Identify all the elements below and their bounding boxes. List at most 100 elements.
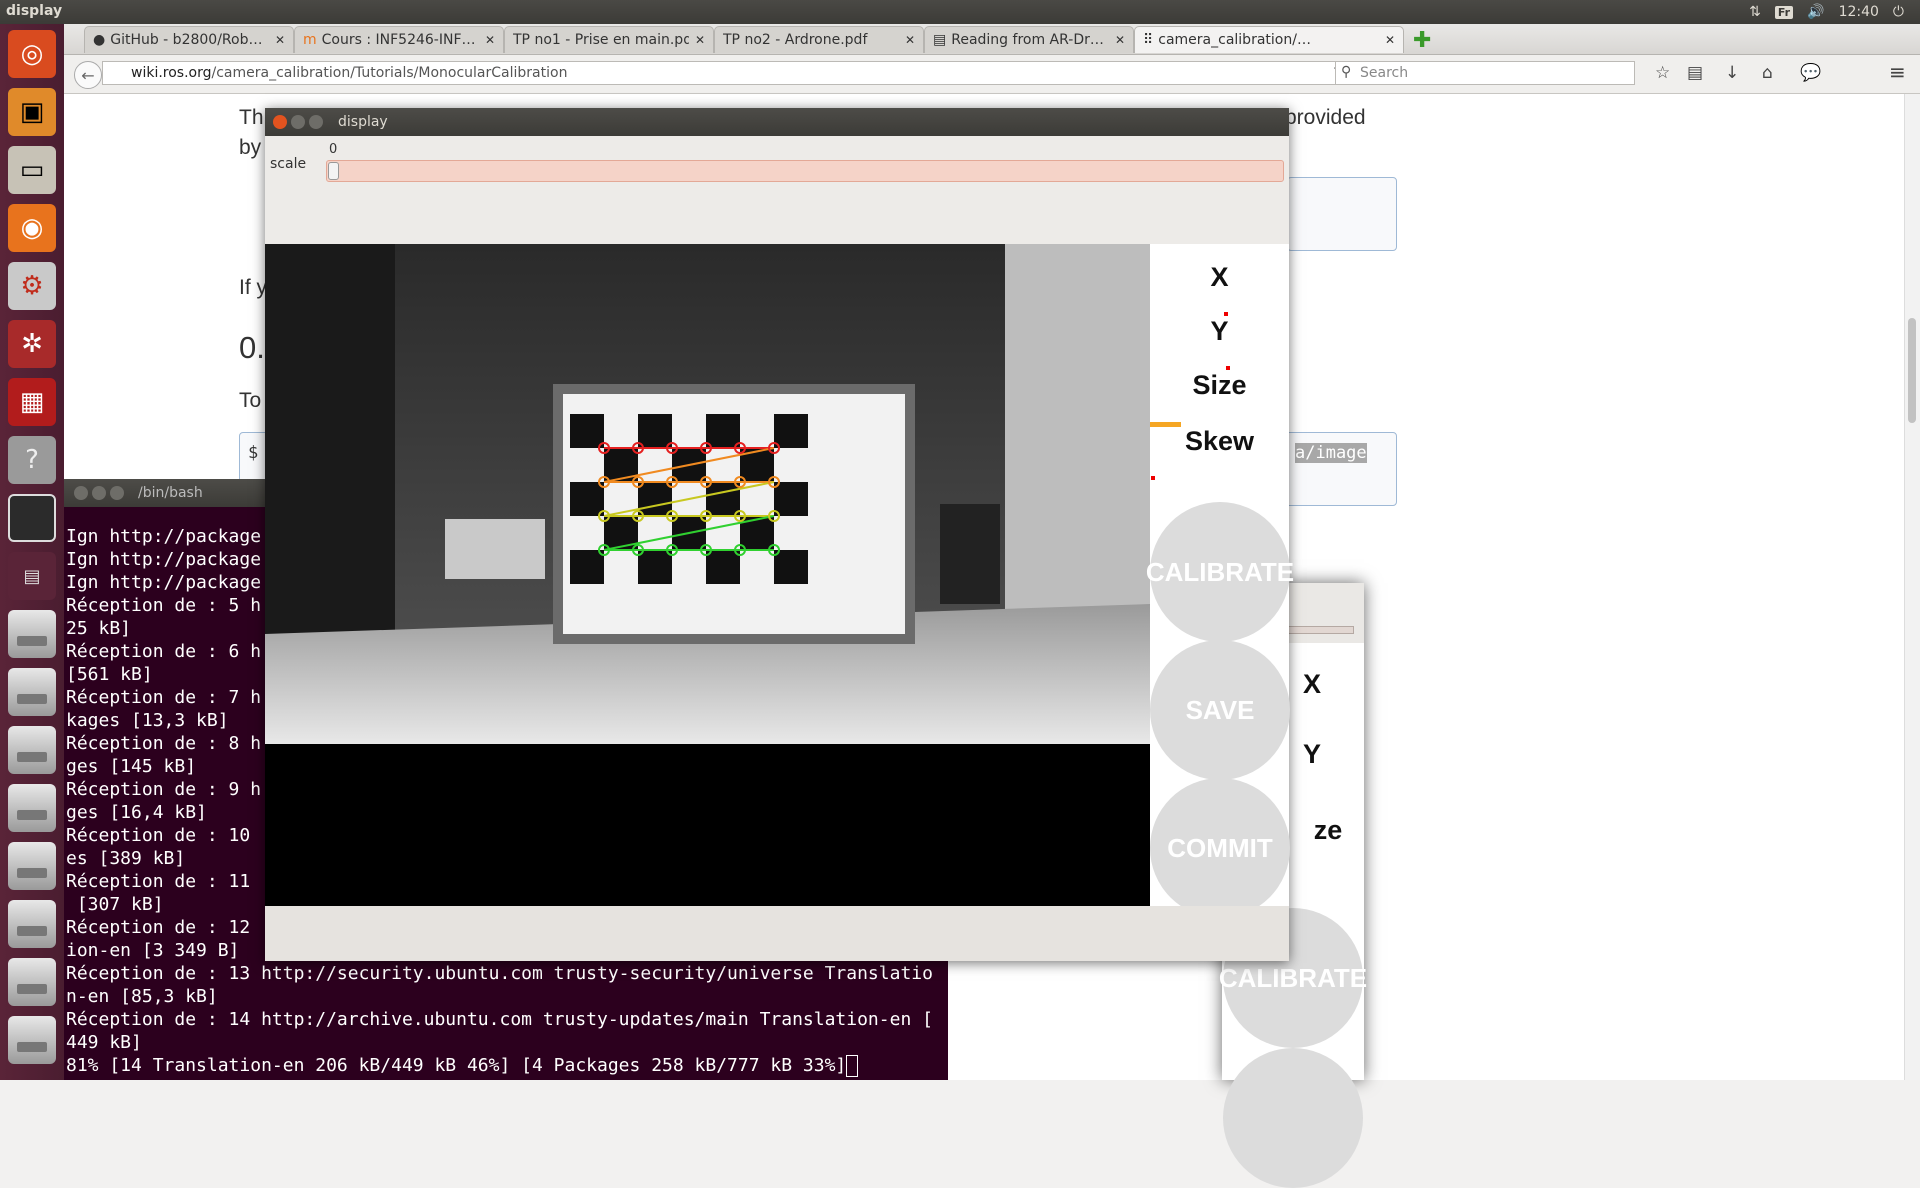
display-footer (265, 906, 1289, 961)
checker-square (638, 414, 672, 448)
checker-square (706, 414, 740, 448)
tab-github[interactable]: ● GitHub - b2800/Rob… ✕ (84, 26, 294, 53)
drive-icon[interactable] (8, 900, 56, 948)
search-icon: ⚲ (1341, 64, 1352, 80)
display-titlebar[interactable]: display (265, 108, 1289, 136)
checker-square (638, 482, 672, 516)
menu-icon[interactable]: ≡ (1889, 60, 1906, 84)
page-scrollbar[interactable] (1904, 94, 1920, 1080)
new-tab-icon[interactable]: ✚ (1413, 28, 1431, 53)
search-placeholder: Search (1360, 65, 1409, 81)
terminal-line: 81% [14 Translation-en 206 kB/449 kB 46%… (66, 1054, 933, 1077)
page-text-fragment: If y (239, 276, 268, 299)
terminal-line: 449 kB] (66, 1032, 142, 1053)
back-icon[interactable]: ← (74, 61, 102, 89)
checker-square (706, 550, 740, 584)
metric-size-label: Size (1192, 370, 1247, 400)
terminal-line: Réception de : 13 http://security.ubuntu… (66, 963, 933, 984)
settings-icon[interactable]: ⚙ (8, 262, 56, 310)
url-bar[interactable]: wiki.ros.org/camera_calibration/Tutorial… (102, 61, 1352, 85)
scale-label: scale (270, 156, 307, 172)
maximize-icon[interactable] (110, 486, 124, 500)
metric-skew-bar (1150, 422, 1181, 427)
progress-marker (1151, 476, 1155, 480)
close-tab-icon[interactable]: ✕ (1115, 33, 1125, 47)
dash-icon[interactable]: ◎ (8, 30, 56, 78)
checker-square (774, 482, 808, 516)
app-store-card (940, 504, 1000, 604)
clock[interactable]: 12:40 (1839, 4, 1879, 20)
power-icon[interactable]: ⏻ (1893, 4, 1904, 20)
window-list-icon[interactable]: ▤ (8, 552, 56, 600)
download-icon[interactable]: ↓ (1725, 63, 1739, 83)
close-tab-icon[interactable]: ✕ (905, 33, 915, 47)
save-button[interactable] (1223, 1048, 1363, 1188)
close-tab-icon[interactable]: ✕ (275, 33, 285, 47)
launcher: ◎ ▣ ▭ ◉ ⚙ ✲ ▦ ? ▤ (0, 24, 64, 1080)
ardrone-box (445, 519, 545, 579)
system-tray: ⇅ Fr 🔊 12:40 ⏻ (1749, 0, 1920, 24)
app-installer-icon[interactable]: ▣ (8, 88, 56, 136)
tab-label: TP no1 - Prise en main.pdf (513, 32, 689, 48)
drive-icon[interactable] (8, 842, 56, 890)
drive-icon[interactable] (8, 726, 56, 774)
firefox-icon[interactable]: ◉ (8, 204, 56, 252)
checker-square (638, 550, 672, 584)
page-scrollbar-thumb[interactable] (1908, 318, 1916, 423)
commit-button[interactable]: COMMIT (1150, 778, 1290, 918)
reading-list-icon[interactable]: ▤ (1687, 63, 1703, 83)
code-selection[interactable]: a/image (1295, 443, 1367, 463)
metric-x-label: X (1302, 669, 1321, 699)
tab-reading[interactable]: ▤ Reading from AR-Dr… ✕ (924, 26, 1134, 53)
close-tab-icon[interactable]: ✕ (1385, 33, 1395, 47)
workspace-icon[interactable]: ▦ (8, 378, 56, 426)
close-icon[interactable] (74, 486, 88, 500)
save-button[interactable]: SAVE (1150, 640, 1290, 780)
ros-app-icon[interactable]: ✲ (8, 320, 56, 368)
url-host: wiki.ros.org (131, 65, 212, 81)
bookmark-star-icon[interactable]: ☆ (1655, 63, 1670, 83)
minimize-icon[interactable] (92, 486, 106, 500)
files-icon[interactable]: ▭ (8, 146, 56, 194)
help-icon[interactable]: ? (8, 436, 56, 484)
display-window[interactable]: display 0 scale X Y Size Skew CALIBRATE … (265, 108, 1294, 961)
display-title: display (338, 114, 388, 130)
top-panel: display ⇅ Fr 🔊 12:40 ⏻ (0, 0, 1920, 24)
checker-square (570, 550, 604, 584)
calibrate-button[interactable]: CALIBRATE (1146, 502, 1294, 642)
github-icon: ● (93, 32, 106, 48)
metric-size-bar (1226, 366, 1230, 370)
drive-icon[interactable] (8, 668, 56, 716)
search-input[interactable]: ⚲ Search (1335, 61, 1635, 85)
tab-camera-calibration[interactable]: ⠿ camera_calibration/… ✕ (1134, 26, 1404, 53)
drive-icon[interactable] (8, 1016, 56, 1064)
home-icon[interactable]: ⌂ (1762, 63, 1773, 83)
scale-slider[interactable] (326, 160, 1284, 182)
network-icon[interactable]: ⇅ (1749, 4, 1761, 20)
metric-y-label: Y (1302, 739, 1321, 769)
tab-tp1[interactable]: TP no1 - Prise en main.pdf ✕ (504, 26, 714, 53)
minimize-icon[interactable] (291, 115, 305, 129)
close-icon[interactable] (273, 115, 287, 129)
volume-icon[interactable]: 🔊 (1807, 4, 1824, 20)
tab-cours[interactable]: m Cours : INF5246-INF… ✕ (294, 26, 504, 53)
scale-slider-thumb[interactable] (328, 162, 339, 180)
drive-icon[interactable] (8, 784, 56, 832)
code-prompt: $ (248, 443, 259, 463)
chat-icon[interactable]: 💬 (1800, 63, 1821, 83)
metric-size-label: ze (1313, 815, 1343, 845)
monitor-left (265, 244, 395, 664)
tab-label: TP no2 - Ardrone.pdf (723, 32, 868, 48)
keyboard-layout-indicator[interactable]: Fr (1774, 5, 1794, 19)
close-tab-icon[interactable]: ✕ (485, 33, 495, 47)
drive-icon[interactable] (8, 610, 56, 658)
terminal-icon[interactable] (8, 494, 56, 542)
drive-icon[interactable] (8, 958, 56, 1006)
black-border (265, 744, 1150, 906)
tab-tp2[interactable]: TP no2 - Ardrone.pdf ✕ (714, 26, 924, 53)
maximize-icon[interactable] (309, 115, 323, 129)
close-tab-icon[interactable]: ✕ (695, 33, 705, 47)
camera-image (265, 244, 1150, 906)
url-path: /camera_calibration/Tutorials/MonocularC… (211, 65, 568, 81)
browser-tab-bar: ● GitHub - b2800/Rob… ✕ m Cours : INF524… (64, 24, 1920, 55)
